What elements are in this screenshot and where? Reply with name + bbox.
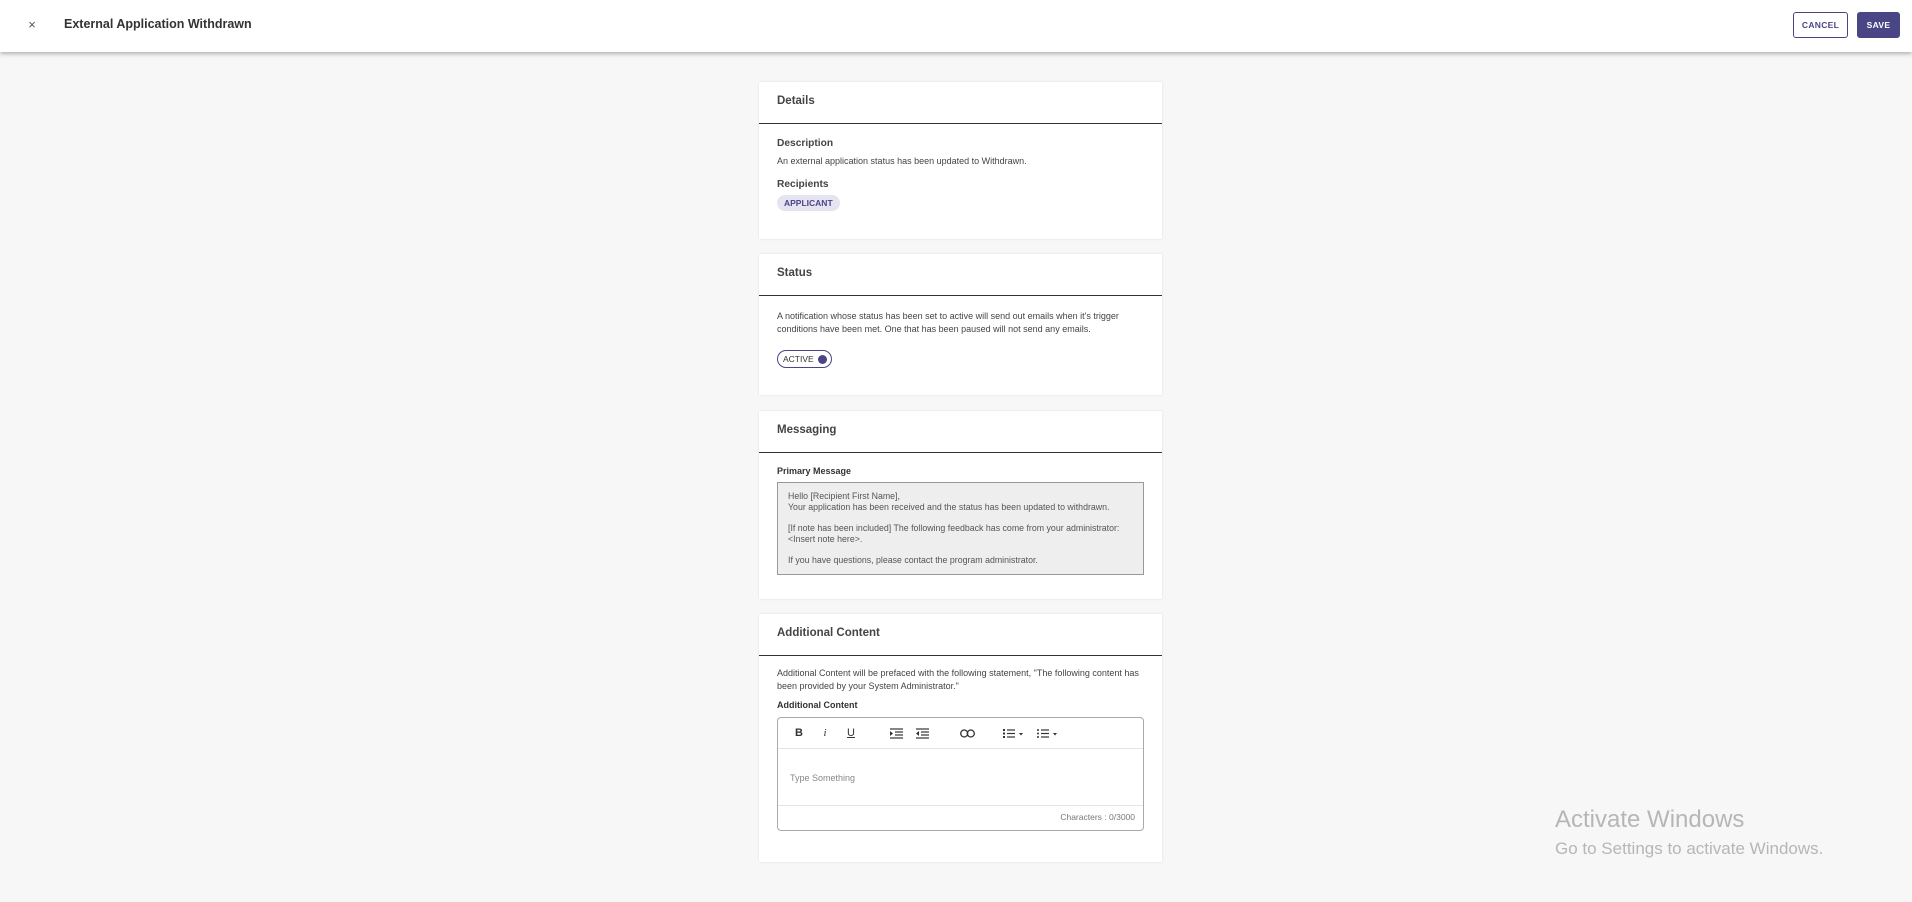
character-counter: Characters : 0/3000 bbox=[778, 804, 1143, 830]
additional-content-label: Additional Content bbox=[777, 700, 858, 710]
primary-message-label: Primary Message bbox=[777, 466, 852, 476]
bullet-list-icon[interactable] bbox=[1036, 726, 1058, 741]
bold-icon[interactable]: B bbox=[792, 726, 806, 741]
top-bar: × External Application Withdrawn CANCEL … bbox=[0, 0, 1912, 52]
cancel-button[interactable]: CANCEL bbox=[1793, 12, 1848, 38]
status-card: Status A notification whose status has b… bbox=[759, 254, 1162, 395]
additional-content-card: Additional Content Additional Content wi… bbox=[759, 614, 1162, 862]
message-line: If you have questions, please contact th… bbox=[788, 554, 1038, 565]
status-description: A notification whose status has been set… bbox=[777, 311, 1119, 334]
additional-content-intro: Additional Content will be prefaced with… bbox=[777, 668, 1139, 691]
toggle-knob bbox=[817, 354, 827, 364]
status-toggle[interactable]: ACTIVE bbox=[777, 350, 832, 368]
editor-placeholder: Type Something bbox=[790, 772, 856, 783]
description-label: Description bbox=[777, 138, 834, 149]
details-title: Details bbox=[759, 82, 1162, 124]
watermark-subtitle: Go to Settings to activate Windows. bbox=[1555, 839, 1824, 858]
page-title: External Application Withdrawn bbox=[64, 17, 252, 31]
messaging-card: Messaging Primary Message Hello [Recipie… bbox=[759, 411, 1162, 599]
details-card: Details Description An external applicat… bbox=[759, 82, 1162, 239]
recipient-chip: APPLICANT bbox=[777, 194, 840, 211]
additional-content-title: Additional Content bbox=[759, 614, 1162, 656]
recipients-label: Recipients bbox=[777, 179, 829, 190]
watermark-title: Activate Windows bbox=[1555, 806, 1745, 833]
messaging-title: Messaging bbox=[759, 411, 1162, 453]
status-title: Status bbox=[759, 254, 1162, 296]
rich-text-editor[interactable]: B i U Type Something Characters: 0/3000 bbox=[777, 716, 1144, 831]
indent-icon[interactable] bbox=[888, 726, 904, 741]
ordered-list-icon[interactable] bbox=[1002, 726, 1024, 741]
message-line: [If note has been included] The followin… bbox=[788, 522, 1120, 545]
save-button[interactable]: SAVE bbox=[1857, 12, 1900, 38]
status-toggle-label: ACTIVE bbox=[783, 353, 814, 364]
underline-icon[interactable]: U bbox=[844, 726, 858, 741]
primary-message-box: Hello [Recipient First Name], Your appli… bbox=[777, 481, 1144, 575]
italic-icon[interactable]: i bbox=[818, 726, 832, 741]
windows-activation-watermark: Activate Windows Go to Settings to activ… bbox=[1555, 806, 1823, 859]
link-icon[interactable] bbox=[958, 726, 976, 741]
editor-toolbar: B i U bbox=[778, 718, 1143, 749]
outdent-icon[interactable] bbox=[914, 726, 930, 741]
close-icon[interactable]: × bbox=[22, 14, 42, 34]
description-text: An external application status has been … bbox=[777, 155, 1027, 166]
message-line: Hello [Recipient First Name], Your appli… bbox=[788, 490, 1110, 513]
